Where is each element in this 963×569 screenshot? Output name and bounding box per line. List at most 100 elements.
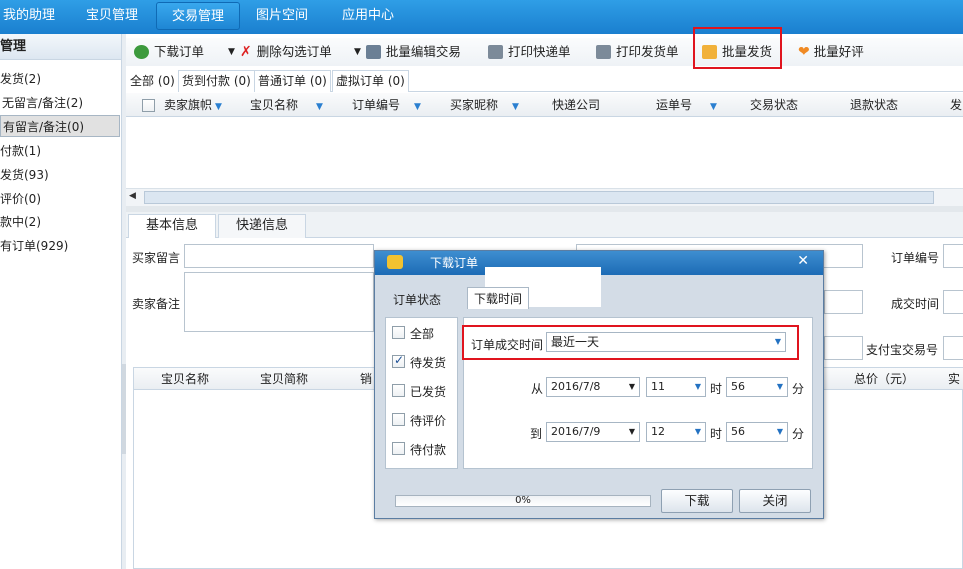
col-more[interactable]: 发 <box>950 93 962 117</box>
filter-icon[interactable]: ▼ <box>215 102 222 112</box>
deal-time-field[interactable] <box>943 290 963 314</box>
col-sales[interactable]: 销 <box>360 368 372 390</box>
col-refund-status[interactable]: 退款状态 <box>850 93 898 117</box>
batch-review-button[interactable]: ❤ 批量好评 <box>798 38 864 66</box>
sidebar-item-no-message[interactable]: 无留言/备注(2) <box>0 92 120 114</box>
sidebar-item-refunding[interactable]: 款中(2) <box>0 211 120 233</box>
status-to-pay-checkbox[interactable] <box>392 442 405 455</box>
col-buyer-nick[interactable]: 买家昵称 ▼ <box>450 93 519 117</box>
tab-virtual[interactable]: 虚拟订单 (0) <box>332 70 409 92</box>
tab-item-management[interactable]: 宝贝管理 <box>78 0 146 34</box>
buyer-message-field[interactable] <box>184 244 374 268</box>
from-minute-select[interactable]: 56 ▼ <box>726 377 788 397</box>
alipay-no-label: 支付宝交易号 <box>866 343 939 357</box>
tab-cod[interactable]: 货到付款 (0) <box>178 70 255 92</box>
info-field-3[interactable] <box>824 336 863 360</box>
download-orders-label: 下载订单 <box>154 44 205 59</box>
batch-edit-label: 批量编辑交易 <box>385 44 461 59</box>
sidebar: 管理 发货(2) 无留言/备注(2) 有留言/备注(0) 付款(1) 发货(93… <box>0 34 122 569</box>
tab-download-time[interactable]: 下载时间 <box>467 287 530 309</box>
alipay-no-field[interactable] <box>943 336 963 360</box>
col-label: 交易状态 <box>750 98 799 112</box>
tab-normal[interactable]: 普通订单 (0) <box>254 70 331 92</box>
col-total-price[interactable]: 总价（元） <box>854 368 914 390</box>
to-label: 到 <box>530 427 543 441</box>
sidebar-item-to-review[interactable]: 评价(0) <box>0 188 120 210</box>
to-hour-value: 12 <box>651 425 665 438</box>
to-date-value: 2016/7/9 <box>551 425 601 438</box>
dropdown-arrow-icon[interactable]: ▼ <box>228 38 235 66</box>
col-trade-status[interactable]: 交易状态 <box>750 93 798 117</box>
tab-all[interactable]: 全部 (0) <box>126 70 179 92</box>
delete-checked-button[interactable]: ✗ 删除勾选订单 <box>240 38 332 66</box>
tab-picture-space[interactable]: 图片空间 <box>248 0 316 34</box>
to-minute-select[interactable]: 56 ▼ <box>726 422 788 442</box>
toolbar: 下载订单 ▼ ✗ 删除勾选订单 ▼ 批量编辑交易 打印快递单 打印发货单 批量发… <box>126 38 963 66</box>
tab-express-info[interactable]: 快递信息 <box>218 214 306 238</box>
filter-icon[interactable]: ▼ <box>512 102 519 112</box>
status-to-ship-checkbox[interactable] <box>392 353 405 368</box>
print-express-button[interactable]: 打印快递单 <box>488 38 571 66</box>
tab-trade-management[interactable]: 交易管理 <box>156 2 240 30</box>
status-to-pay-label: 待付款 <box>410 443 447 457</box>
to-minute-value: 56 <box>731 425 745 438</box>
col-item-name[interactable]: 宝贝名称 ▼ <box>250 93 323 117</box>
tab-my-assistant[interactable]: 我的助理 <box>0 0 58 34</box>
col-item-name[interactable]: 宝贝名称 <box>161 368 209 390</box>
from-hour-value: 11 <box>651 380 665 393</box>
horizontal-scrollbar[interactable]: ◀ <box>126 188 963 206</box>
tab-app-center[interactable]: 应用中心 <box>334 0 402 34</box>
status-to-ship-label: 待发货 <box>410 356 447 370</box>
scroll-thumb[interactable] <box>144 191 934 204</box>
col-order-no[interactable]: 订单编号 ▼ <box>352 93 421 117</box>
filter-icon[interactable]: ▼ <box>414 102 421 112</box>
buyer-message-label: 买家留言 <box>132 251 181 265</box>
status-all-checkbox[interactable] <box>392 326 405 339</box>
printer-icon <box>596 45 611 59</box>
from-date-picker[interactable]: 2016/7/8 ▼ <box>546 377 640 397</box>
download-orders-dialog: 下载订单 ✕ 订单状态 下载时间 全部 待发货 已发货 待评价 待付款 订单成交… <box>374 250 824 519</box>
sidebar-item-unshipped[interactable]: 发货(2) <box>0 68 120 90</box>
col-express[interactable]: 快递公司 <box>552 93 600 117</box>
deal-time-label: 成交时间 <box>891 297 940 311</box>
close-icon[interactable]: ✕ <box>797 253 809 269</box>
dropdown-arrow-icon[interactable]: ▼ <box>354 38 361 66</box>
col-label: 订单编号 <box>352 98 401 112</box>
col-seller-flag[interactable]: 卖家旗帜 ▼ <box>164 93 222 117</box>
batch-edit-button[interactable]: ▼ 批量编辑交易 <box>354 38 461 66</box>
close-button[interactable]: 关闭 <box>739 489 811 513</box>
status-shipped-label: 已发货 <box>410 385 447 399</box>
col-item-short-name[interactable]: 宝贝简称 <box>260 368 308 390</box>
filter-icon[interactable]: ▼ <box>316 102 323 112</box>
sidebar-item-all-orders[interactable]: 有订单(929) <box>0 235 120 257</box>
printer-icon <box>488 45 503 59</box>
seller-note-field[interactable] <box>184 272 374 332</box>
filter-icon[interactable]: ▼ <box>710 102 717 112</box>
col-waybill[interactable]: 运单号 ▼ <box>656 93 717 117</box>
col-actual[interactable]: 实 <box>948 368 960 390</box>
download-button[interactable]: 下载 <box>661 489 733 513</box>
tab-order-status[interactable]: 订单状态 <box>393 289 441 311</box>
tab-basic-info[interactable]: 基本信息 <box>128 214 216 238</box>
splitter-grip[interactable] <box>122 364 126 454</box>
from-hour-select[interactable]: 11 ▼ <box>646 377 706 397</box>
heart-icon: ❤ <box>798 44 810 60</box>
sidebar-item-to-ship[interactable]: 发货(93) <box>0 164 120 186</box>
scroll-left-icon[interactable]: ◀ <box>129 191 136 201</box>
chevron-down-icon: ▼ <box>776 382 783 391</box>
order-no-field[interactable] <box>943 244 963 268</box>
download-orders-button[interactable]: 下载订单 ▼ <box>134 38 235 66</box>
status-shipped-checkbox[interactable] <box>392 384 405 397</box>
select-all-checkbox[interactable] <box>142 99 155 112</box>
sidebar-item-has-message[interactable]: 有留言/备注(0) <box>0 115 120 137</box>
chevron-down-icon: ▼ <box>694 382 701 391</box>
top-nav: 我的助理 宝贝管理 交易管理 图片空间 应用中心 <box>0 0 963 34</box>
print-invoice-button[interactable]: 打印发货单 <box>596 38 679 66</box>
to-hour-select[interactable]: 12 ▼ <box>646 422 706 442</box>
sidebar-item-pending-payment[interactable]: 付款(1) <box>0 140 120 162</box>
hour-unit-label: 时 <box>710 427 723 441</box>
status-to-review-checkbox[interactable] <box>392 413 405 426</box>
order-no-label: 订单编号 <box>891 251 940 265</box>
to-date-picker[interactable]: 2016/7/9 ▼ <box>546 422 640 442</box>
info-field-2[interactable] <box>824 290 863 314</box>
